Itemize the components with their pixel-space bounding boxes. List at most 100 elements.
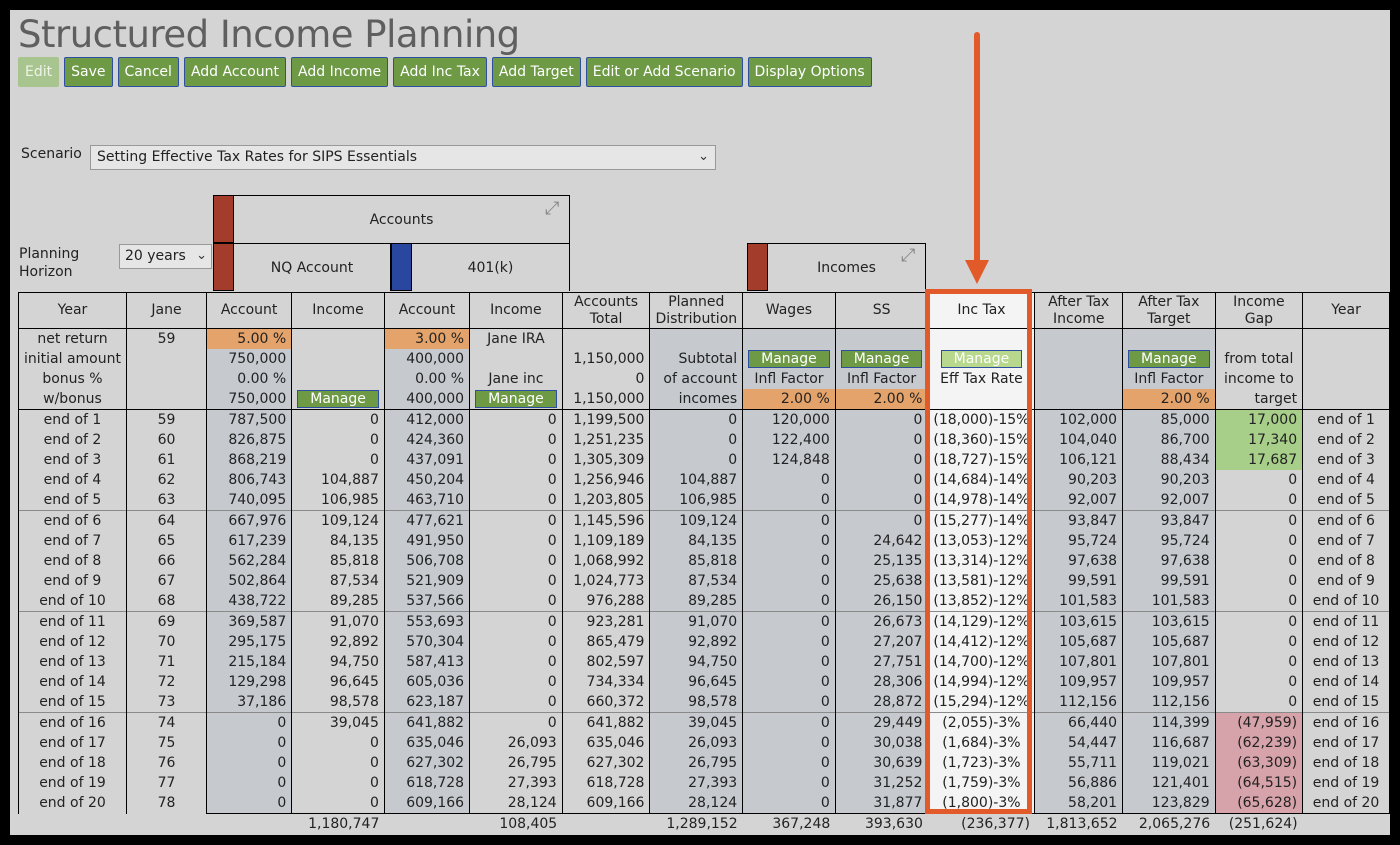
cell-year-end: end of 15	[1302, 692, 1390, 713]
cell-ss: 26,150	[834, 591, 929, 612]
annotation-arrow	[974, 32, 980, 264]
scenario-select[interactable]: Setting Effective Tax Rates for SIPS Ess…	[90, 145, 716, 170]
cell-year: end of 12	[18, 632, 127, 652]
cell-401k-account: 635,046	[383, 733, 471, 753]
cell-income-gap: 0	[1214, 490, 1304, 511]
col-header-nq-income: Income	[291, 292, 385, 329]
inc-tax-manage-button[interactable]: Manage	[940, 350, 1023, 368]
cell-accounts-total: 618,728	[561, 773, 651, 793]
cell-ss: 0	[834, 470, 929, 490]
cell-nq-income: 85,818	[291, 551, 385, 571]
401k-header: 401(k)	[411, 243, 570, 291]
wages-manage-button[interactable]: Manage	[748, 350, 830, 368]
cell-after-tax-target: 116,687	[1122, 733, 1216, 753]
cell-after-tax-income: 109,957	[1034, 672, 1124, 692]
edit-button[interactable]: Edit	[18, 57, 60, 87]
cell-wages: 0	[742, 531, 836, 551]
cell-wages: 0	[742, 712, 836, 733]
save-button[interactable]: Save	[64, 57, 113, 87]
cell-inc-tax: (1,800)-3%	[927, 793, 1036, 814]
cell-after-tax-income: 112,156	[1034, 692, 1124, 713]
chevron-down-icon: ⌄	[196, 248, 207, 263]
cell-income-gap: (65,628)	[1214, 793, 1304, 814]
cell-jane-age: 68	[125, 591, 208, 612]
cell-income-gap: 0	[1214, 672, 1304, 692]
cell-accounts-total: 802,597	[561, 652, 651, 672]
cell-401k-income: 0	[469, 692, 563, 713]
cell-after-tax-income: 66,440	[1034, 712, 1124, 733]
cell-inc-tax: (13,581)-12%	[927, 571, 1036, 591]
wages-infl-value[interactable]: 2.00 %	[742, 389, 836, 410]
cell-401k-income: 0	[469, 510, 563, 531]
app-window: Structured Income Planning Edit Save Can…	[10, 10, 1390, 835]
cell-after-tax-target: 103,615	[1122, 611, 1216, 632]
planning-horizon-select[interactable]: 20 years ⌄	[119, 244, 212, 269]
cell-401k-income: 0	[469, 672, 563, 692]
cell-year-end: end of 7	[1302, 531, 1390, 551]
cell-year: end of 6	[18, 510, 127, 531]
cell-nq-income: 91,070	[291, 611, 385, 632]
col-header-planned-distribution: Planned Distribution	[649, 292, 744, 329]
cell-401k-income: 27,393	[469, 773, 563, 793]
cell-nq-account: 0	[205, 793, 293, 814]
cell-after-tax-target: 101,583	[1122, 591, 1216, 612]
col-header-year: Year	[18, 292, 127, 329]
cell-accounts-total: 627,302	[561, 753, 651, 773]
cell-year-end: end of 17	[1302, 733, 1390, 753]
nq-net-return[interactable]: 5.00 %	[205, 328, 293, 349]
nq-income-manage-button[interactable]: Manage	[297, 390, 379, 408]
cell-jane-age: 71	[125, 652, 208, 672]
cell-401k-account: 437,091	[383, 450, 471, 470]
display-options-button[interactable]: Display Options	[747, 57, 872, 87]
401k-net-return[interactable]: 3.00 %	[383, 328, 471, 349]
target-manage-button[interactable]: Manage	[1128, 350, 1210, 368]
cell-inc-tax: (2,055)-3%	[927, 712, 1036, 733]
cell-accounts-total: 923,281	[561, 611, 651, 632]
table-row: end of 12 70 295,175 92,892 570,304 0 865,479 9…	[18, 632, 1390, 652]
cell-jane-age: 77	[125, 773, 208, 793]
add-account-button[interactable]: Add Account	[183, 57, 287, 87]
cell-jane-age: 65	[125, 531, 208, 551]
cancel-button[interactable]: Cancel	[117, 57, 179, 87]
collapse-icon[interactable]: ⤢	[901, 245, 915, 266]
add-income-button[interactable]: Add Income	[291, 57, 389, 87]
cell-wages: 0	[742, 470, 836, 490]
cell-jane-age: 67	[125, 571, 208, 591]
cell-jane-age: 73	[125, 692, 208, 713]
cell-accounts-total: 1,199,500	[561, 409, 651, 430]
cell-year: end of 16	[18, 712, 127, 733]
cell-wages: 0	[742, 611, 836, 632]
cell-ss: 0	[834, 510, 929, 531]
cell-income-gap: 0	[1214, 470, 1304, 490]
cell-inc-tax: (13,053)-12%	[927, 531, 1036, 551]
cell-year-end: end of 13	[1302, 652, 1390, 672]
edit-scenario-button[interactable]: Edit or Add Scenario	[585, 57, 743, 87]
cell-planned-distribution: 89,285	[649, 591, 744, 612]
table-row: end of 11 69 369,587 91,070 553,693 0 923,281 9…	[18, 611, 1390, 632]
cell-inc-tax: (15,277)-14%	[927, 510, 1036, 531]
cell-jane-age: 78	[125, 793, 208, 814]
cell-inc-tax: (18,000)-15%	[927, 409, 1036, 430]
cell-after-tax-income: 95,724	[1034, 531, 1124, 551]
cell-year-end: end of 8	[1302, 551, 1390, 571]
cell-401k-income: 0	[469, 470, 563, 490]
ss-infl-value[interactable]: 2.00 %	[834, 389, 929, 410]
cell-401k-income: 0	[469, 571, 563, 591]
add-target-button[interactable]: Add Target	[491, 57, 581, 87]
cell-jane-age: 61	[125, 450, 208, 470]
col-header-year-end: Year	[1302, 292, 1390, 329]
401k-income-manage-button[interactable]: Manage	[475, 390, 557, 408]
collapse-icon[interactable]: ⤢	[545, 198, 559, 219]
cell-jane-age: 72	[125, 672, 208, 692]
page-title: Structured Income Planning	[18, 13, 520, 56]
cell-jane-age: 74	[125, 712, 208, 733]
cell-ss: 30,038	[834, 733, 929, 753]
param-row-bonus: bonus % 0.00 % 0.00 % Jane inc 0 of acco…	[18, 369, 1390, 389]
ss-manage-button[interactable]: Manage	[840, 350, 923, 368]
add-inc-tax-button[interactable]: Add Inc Tax	[393, 57, 487, 87]
target-infl-value[interactable]: 2.00 %	[1122, 389, 1216, 410]
cell-after-tax-target: 97,638	[1122, 551, 1216, 571]
cell-accounts-total: 1,251,235	[561, 430, 651, 450]
col-header-nq-account: Account	[205, 292, 293, 329]
cell-after-tax-target: 86,700	[1122, 430, 1216, 450]
